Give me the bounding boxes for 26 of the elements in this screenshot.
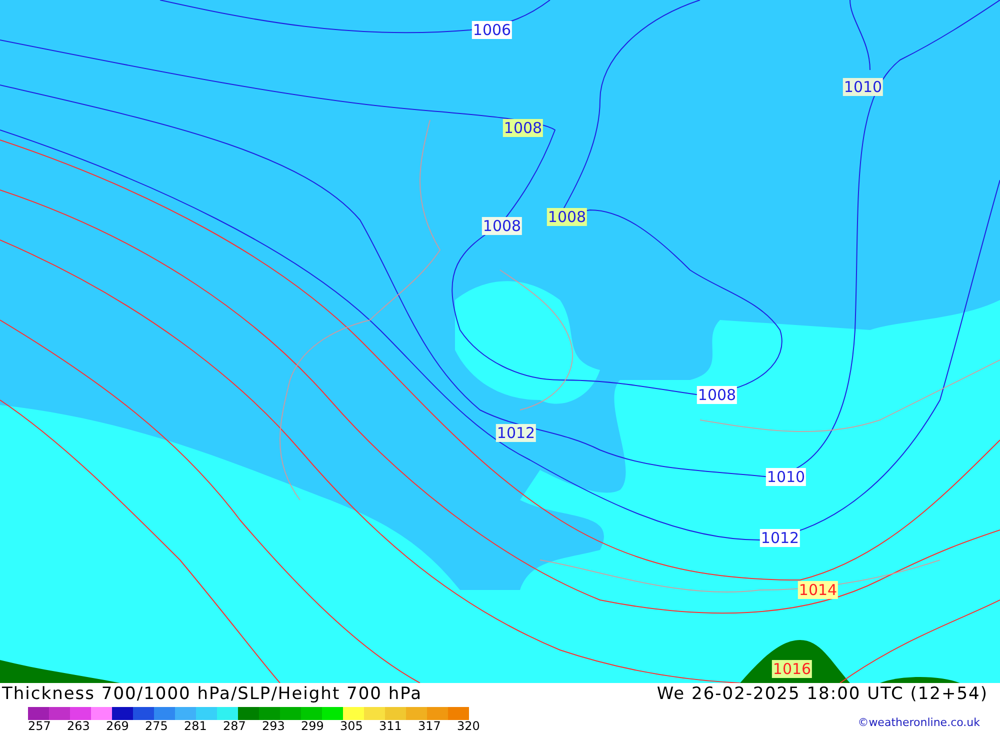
isobar-label: 1012	[496, 424, 536, 442]
scale-label: 305	[340, 720, 364, 733]
isobar-label: 1006	[472, 21, 512, 39]
scale-label: 317	[418, 720, 442, 733]
map-title: Thickness 700/1000 hPa/SLP/Height 700 hPa	[2, 683, 422, 706]
isobar-label: 1016	[772, 660, 812, 678]
credit-text: ©weatheronline.co.uk	[858, 715, 980, 731]
isobar-label: 1012	[760, 529, 800, 547]
isobar-label: 1010	[766, 468, 806, 486]
scale-label: 275	[145, 720, 169, 733]
isobar-label: 1010	[842, 78, 884, 96]
scale-label: 287	[223, 720, 247, 733]
scale-label: 263	[67, 720, 91, 733]
scale-label: 257	[28, 720, 52, 733]
isobar-label: 1008	[482, 217, 522, 235]
isobar-label: 1014	[798, 581, 838, 599]
scale-label: 299	[301, 720, 325, 733]
scale-label: 293	[262, 720, 286, 733]
isobar-label: 1008	[696, 386, 738, 404]
scale-label: 269	[106, 720, 130, 733]
scale-label: 311	[379, 720, 403, 733]
scale-label: 281	[184, 720, 208, 733]
scale-label: 320	[457, 720, 481, 733]
isobar-label: 1008	[502, 119, 544, 137]
isobar-label: 1008	[546, 208, 588, 226]
forecast-datetime: We 26-02-2025 18:00 UTC (12+54)	[656, 683, 988, 706]
